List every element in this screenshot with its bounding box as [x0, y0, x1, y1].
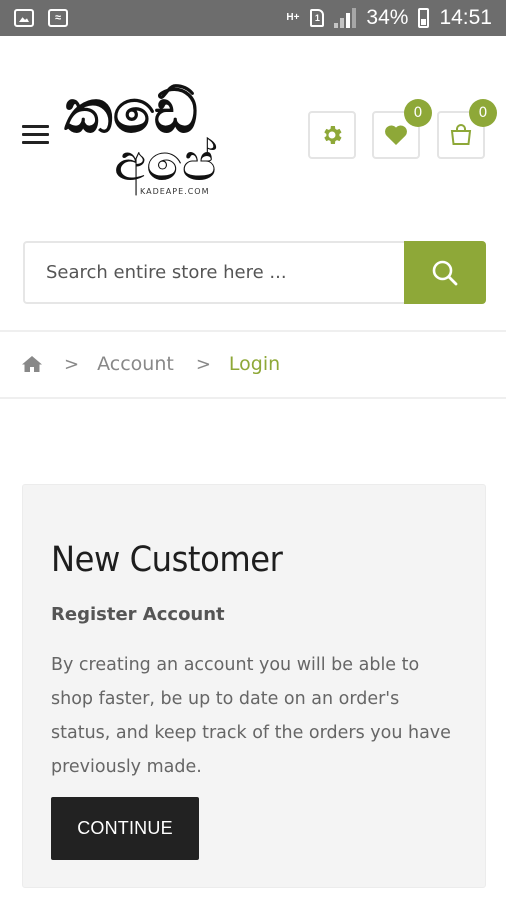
menu-icon[interactable]: [22, 125, 49, 145]
breadcrumb-separator: >: [64, 353, 80, 375]
new-customer-card: New Customer Register Account By creatin…: [22, 484, 486, 888]
status-bar: ≈ H+ 1 34% 14:51: [0, 0, 506, 36]
register-account-subtitle: Register Account: [51, 604, 225, 625]
breadcrumb-login: Login: [228, 353, 281, 375]
battery-percent: 34%: [366, 6, 409, 29]
search-button[interactable]: [404, 241, 486, 304]
search-bar: [23, 241, 486, 304]
breadcrumb-divider-bottom: [0, 397, 506, 399]
battery-icon: [418, 8, 430, 28]
search-input[interactable]: [25, 243, 405, 302]
clock: 14:51: [439, 6, 492, 29]
home-icon[interactable]: [22, 355, 42, 373]
network-type: H+: [286, 12, 300, 23]
logo-domain: KADEAPE.COM: [140, 187, 209, 196]
shopping-bag-icon: [450, 124, 472, 145]
cart-count-badge: 0: [469, 99, 497, 127]
breadcrumb-account[interactable]: Account: [97, 353, 174, 375]
register-description: By creating an account you will be able …: [51, 655, 451, 777]
new-customer-title: New Customer: [51, 540, 283, 580]
breadcrumb-separator: >: [195, 353, 211, 375]
wishlist-button[interactable]: 0: [372, 99, 432, 159]
gallery-notification-icon: [14, 9, 34, 27]
breadcrumb-divider-top: [0, 330, 506, 332]
search-icon: [432, 260, 458, 285]
sim-icon: 1: [310, 9, 325, 27]
breadcrumb: > Account > Login: [22, 349, 280, 379]
signal-icon: [334, 8, 357, 28]
heart-icon: [385, 125, 407, 145]
wifi-notification-icon: ≈: [48, 9, 68, 27]
wishlist-count-badge: 0: [404, 99, 432, 127]
settings-icon: [324, 126, 342, 144]
cart-button[interactable]: 0: [437, 99, 497, 159]
site-logo[interactable]: කඩේ අපේ KADEAPE.COM: [62, 70, 254, 200]
continue-button[interactable]: CONTINUE: [51, 797, 199, 860]
settings-button[interactable]: [308, 111, 356, 159]
